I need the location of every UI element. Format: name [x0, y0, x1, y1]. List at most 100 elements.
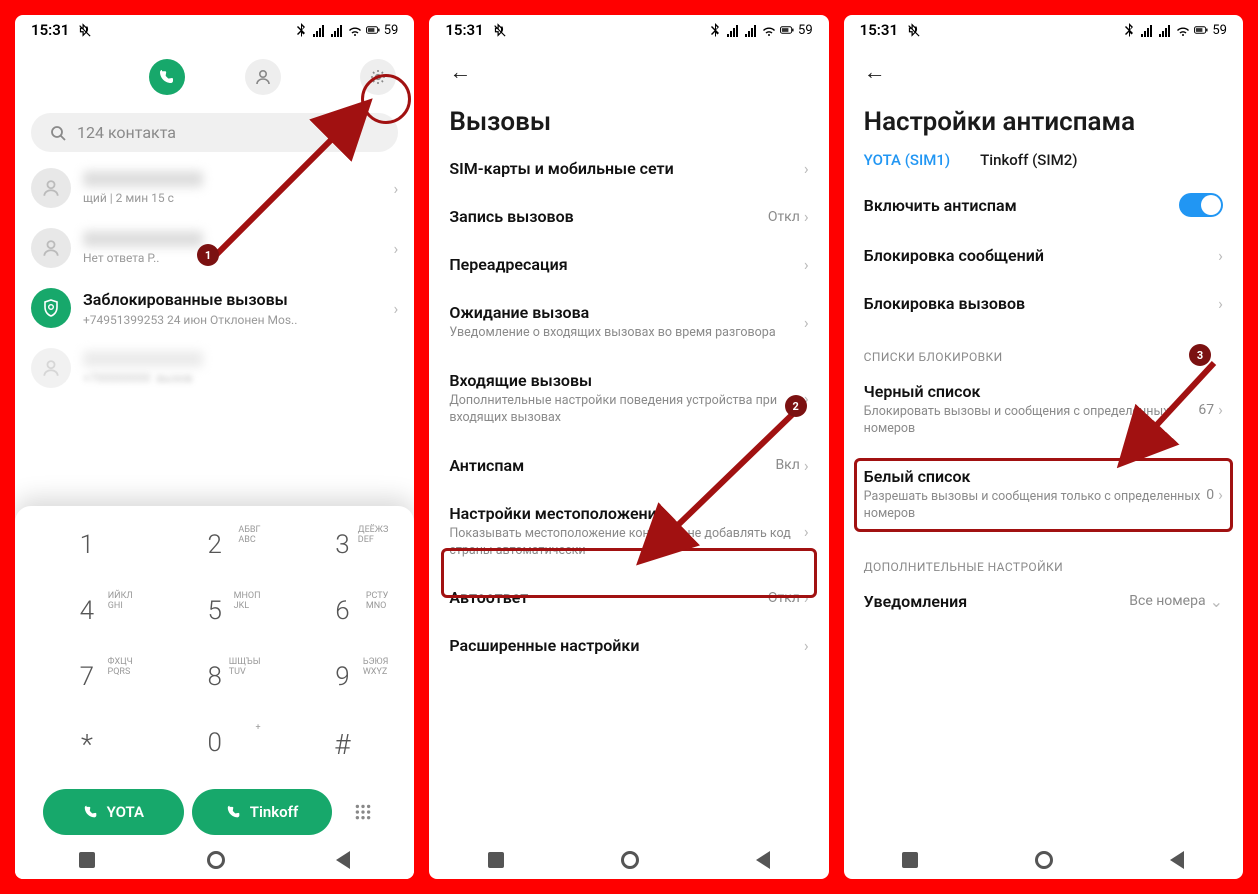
key-number: # [334, 728, 350, 761]
row-label: Входящие вызовы [449, 371, 804, 390]
sim-tab-1[interactable]: YOTA (SIM1) [864, 151, 950, 169]
log-item[interactable]: Нет ответа Р.. › [31, 218, 398, 278]
settings-row[interactable]: Настройки местоположения Показывать мест… [449, 490, 808, 575]
settings-row[interactable]: Запись вызовов Откл › [449, 193, 808, 241]
screen-3-antispam: 15:31 59 ← Настройки антиспама YOTA (SIM… [844, 15, 1243, 879]
avatar [31, 348, 71, 388]
dialpad-key[interactable]: * [23, 710, 151, 779]
call-sim1-label: YOTA [107, 803, 144, 821]
status-time: 15:31 [31, 21, 69, 39]
settings-row[interactable]: Ожидание вызова Уведомление о входящих в… [449, 289, 808, 357]
sim-tabs: YOTA (SIM1) Tinkoff (SIM2) [864, 145, 1223, 179]
chevron-right-icon: › [394, 239, 399, 258]
settings-row[interactable]: Антиспам Вкл › [449, 442, 808, 490]
back-button[interactable]: ← [864, 60, 886, 85]
bluetooth-icon [708, 23, 722, 37]
log-subtitle: +74951399253 24 июн Отклонен Mos.. [83, 313, 382, 327]
call-sim2-button[interactable]: Tinkoff [192, 789, 333, 835]
chevron-right-icon: › [804, 207, 809, 226]
nav-recents[interactable] [488, 852, 504, 868]
dialpad-key[interactable]: 6РСТУMNO [279, 578, 407, 644]
chevron-right-icon: › [394, 299, 399, 318]
nav-recents[interactable] [79, 852, 95, 868]
dialpad-key[interactable]: 2АБВГABC [151, 512, 279, 578]
log-item[interactable]: +700000000 вызов [31, 338, 398, 398]
bluetooth-icon [1122, 23, 1136, 37]
chevron-right-icon: › [804, 636, 809, 655]
nav-home[interactable] [621, 851, 639, 869]
row-sub: Показывать местоположение контакта, не д… [449, 526, 804, 560]
key-letters: ДЕЁЖЗDEF [358, 526, 389, 546]
log-title: Заблокированные вызовы [83, 290, 382, 309]
search-input[interactable]: 124 контакта [31, 113, 398, 152]
dialpad-key[interactable]: 3ДЕЁЖЗDEF [279, 512, 407, 578]
nav-recents[interactable] [902, 852, 918, 868]
dialpad-key[interactable]: 1 [23, 512, 151, 578]
key-number: 0 [207, 728, 221, 758]
battery-level: 59 [1212, 23, 1227, 38]
android-navbar [844, 837, 1243, 879]
dialpad-key[interactable]: 8 ШЩЪЫTUV [151, 644, 279, 710]
key-letters: ИЙКЛGHI [108, 592, 133, 612]
nav-home[interactable] [1035, 851, 1053, 869]
person-icon [254, 68, 272, 86]
key-number: * [81, 728, 93, 761]
dialpad-toggle[interactable] [340, 803, 386, 821]
settings-button[interactable] [360, 59, 396, 95]
settings-row[interactable]: SIM-карты и мобильные сети › [449, 145, 808, 193]
row-value: Все номера [1129, 593, 1205, 609]
chevron-right-icon: › [1218, 400, 1223, 419]
key-letters: МНОПJKL [234, 592, 261, 612]
chevron-right-icon: › [804, 456, 809, 475]
dialpad-key[interactable]: 9ЬЭЮЯWXYZ [279, 644, 407, 710]
shield-icon [31, 288, 71, 328]
chevron-right-icon: › [804, 588, 809, 607]
nav-back[interactable] [756, 851, 770, 869]
settings-row[interactable]: Автоответ Откл › [449, 574, 808, 622]
key-number: 1 [80, 530, 94, 560]
row-whitelist[interactable]: Белый список Разрешать вызовы и сообщени… [864, 453, 1223, 538]
dialpad-key[interactable]: 0+ [151, 710, 279, 779]
call-sim2-label: Tinkoff [250, 803, 299, 821]
row-value: Вкл [775, 457, 799, 473]
chevron-right-icon: › [804, 313, 809, 332]
android-navbar [429, 837, 828, 879]
dialpad-key[interactable]: 5МНОПJKL [151, 578, 279, 644]
sim-tab-2[interactable]: Tinkoff (SIM2) [980, 151, 1077, 169]
row-enable-antispam[interactable]: Включить антиспам [864, 179, 1223, 232]
settings-row[interactable]: Переадресация › [449, 241, 808, 289]
row-notifications[interactable]: Уведомления Все номера ⌄ [864, 578, 1223, 626]
chevron-right-icon: › [804, 255, 809, 274]
toggle-on[interactable] [1179, 193, 1223, 217]
chevron-right-icon: › [804, 522, 809, 541]
settings-row[interactable]: Расширенные настройки › [449, 622, 808, 670]
battery-icon [1194, 23, 1208, 37]
log-item[interactable]: щий | 2 мин 15 с › [31, 158, 398, 218]
row-sub: Блокировать вызовы и сообщения с определ… [864, 404, 1199, 438]
phone-icon [226, 804, 242, 820]
back-button[interactable]: ← [449, 60, 471, 85]
row-block-messages[interactable]: Блокировка сообщений › [864, 232, 1223, 280]
tab-contacts[interactable] [245, 59, 281, 95]
tab-calls[interactable] [149, 59, 185, 95]
nav-back[interactable] [1170, 851, 1184, 869]
avatar [31, 168, 71, 208]
settings-row[interactable]: Входящие вызовы Дополнительные настройки… [449, 357, 808, 442]
row-label: Уведомления [864, 592, 1130, 611]
status-bar: 15:31 59 [15, 15, 414, 41]
row-block-calls[interactable]: Блокировка вызовов › [864, 280, 1223, 328]
key-letters: ШЩЪЫTUV [229, 658, 261, 678]
dialpad-key[interactable]: 7ФХЦЧPQRS [23, 644, 151, 710]
chevron-right-icon: › [1218, 246, 1223, 265]
nav-back[interactable] [336, 851, 350, 869]
key-number: 8 [207, 662, 221, 692]
dialpad-key[interactable]: # [279, 710, 407, 779]
chevron-right-icon: › [804, 159, 809, 178]
call-sim1-button[interactable]: YOTA [43, 789, 184, 835]
section-extra: ДОПОЛНИТЕЛЬНЫЕ НАСТРОЙКИ [864, 538, 1223, 578]
nav-home[interactable] [207, 851, 225, 869]
log-item-blocked[interactable]: Заблокированные вызовы +74951399253 24 и… [31, 278, 398, 338]
dialpad-key[interactable]: 4ИЙКЛGHI [23, 578, 151, 644]
row-blacklist[interactable]: Черный список Блокировать вызовы и сообщ… [864, 368, 1223, 453]
key-letters: + [255, 724, 260, 734]
